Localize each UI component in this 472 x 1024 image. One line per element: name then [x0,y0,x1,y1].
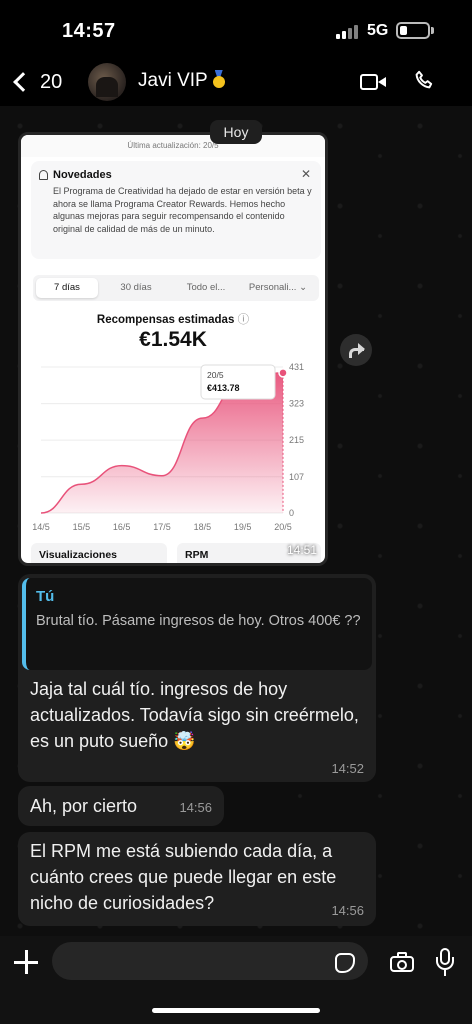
tooltip-value: €413.78 [207,383,240,393]
rewards-title: Recompensas estimadas ⓘ [96,314,250,326]
tab-7-days: 7 días [36,278,98,298]
tab-custom: Personali... ⌄ [248,282,308,293]
message-input[interactable] [52,942,368,980]
chevron-left-icon [13,72,33,92]
notice-text: El Programa de Creatividad ha dejado de … [53,186,312,234]
unread-count: 20 [40,70,63,93]
message-text: Ah, por cierto [30,796,138,816]
message-time: 14:52 [331,761,364,776]
home-indicator [152,1008,320,1013]
image-message[interactable]: Última actualización: 20/5 Novedades ✕ E… [18,132,328,566]
notice-title: Novedades [53,169,112,181]
quote-author: Tú [36,588,55,605]
views-stat: Visualizaciones [31,543,167,563]
network-type: 5G [367,22,389,39]
chat-area[interactable]: Última actualización: 20/5 Novedades ✕ E… [0,106,472,936]
message-bubble[interactable]: El RPM me está subiendo cada día, a cuán… [18,832,376,926]
x-tick-label: 17/5 [153,522,171,532]
message-bubble[interactable]: Ah, por cierto 14:56 [18,786,224,826]
medal-icon [212,70,226,88]
bell-icon [39,170,48,180]
clock: 14:57 [62,20,116,42]
plus-icon[interactable] [14,950,38,974]
period-tabs: 7 días 30 días Todo el... Personali... ⌄ [33,275,319,301]
back-button[interactable]: 20 [12,64,72,100]
chat-header: 20 Javi VIP [0,58,472,106]
date-chip: Hoy [210,120,262,144]
y-tick-label: 323 [289,399,304,409]
x-tick-label: 14/5 [32,522,50,532]
data-point [278,368,288,378]
signal-icon [336,24,358,39]
quote-text: Brutal tío. Pásame ingresos de hoy. Otro… [36,613,361,629]
rewards-chart: 0 107 215 323 431 20/5 €413.78 14/5 15/5 16/5 17/5… [32,362,304,532]
battery-icon [396,22,430,39]
x-tick-label: 16/5 [113,522,131,532]
status-bar: 14:57 5G [0,0,472,58]
message-time: 14:56 [179,800,212,815]
reply-message[interactable]: Tú Brutal tío. Pásame ingresos de hoy. O… [18,574,376,782]
tooltip-date: 20/5 [207,370,224,380]
quoted-message[interactable]: Tú Brutal tío. Pásame ingresos de hoy. O… [22,578,372,670]
contact-name[interactable]: Javi VIP [138,70,226,92]
image-time: 14:51 [286,543,317,557]
forward-icon[interactable] [340,334,372,366]
message-text: Jaja tal cuál tío. ingresos de hoy actua… [30,679,359,751]
notice-card: Novedades ✕ El Programa de Creatividad h… [31,161,321,259]
video-call-icon[interactable] [358,68,388,96]
message-time: 14:56 [331,903,364,918]
message-text: El RPM me está subiendo cada día, a cuán… [30,841,337,913]
y-tick-label: 431 [289,362,304,372]
phone-icon[interactable] [412,68,442,96]
rewards-value: €1.54K [139,328,207,351]
microphone-icon[interactable] [436,948,454,976]
close-icon: ✕ [300,167,311,181]
x-tick-label: 18/5 [194,522,212,532]
x-tick-label: 19/5 [234,522,252,532]
x-tick-label: 15/5 [73,522,91,532]
tab-30-days: 30 días [120,282,152,293]
tab-all: Todo el... [186,282,226,293]
y-tick-label: 0 [289,508,294,518]
y-tick-label: 107 [289,472,304,482]
camera-icon[interactable] [390,952,414,972]
y-tick-label: 215 [289,435,304,445]
input-bar [0,936,472,1024]
avatar[interactable] [88,63,126,101]
x-tick-label: 20/5 [274,522,292,532]
last-update: Última actualización: 20/5 [127,141,219,150]
